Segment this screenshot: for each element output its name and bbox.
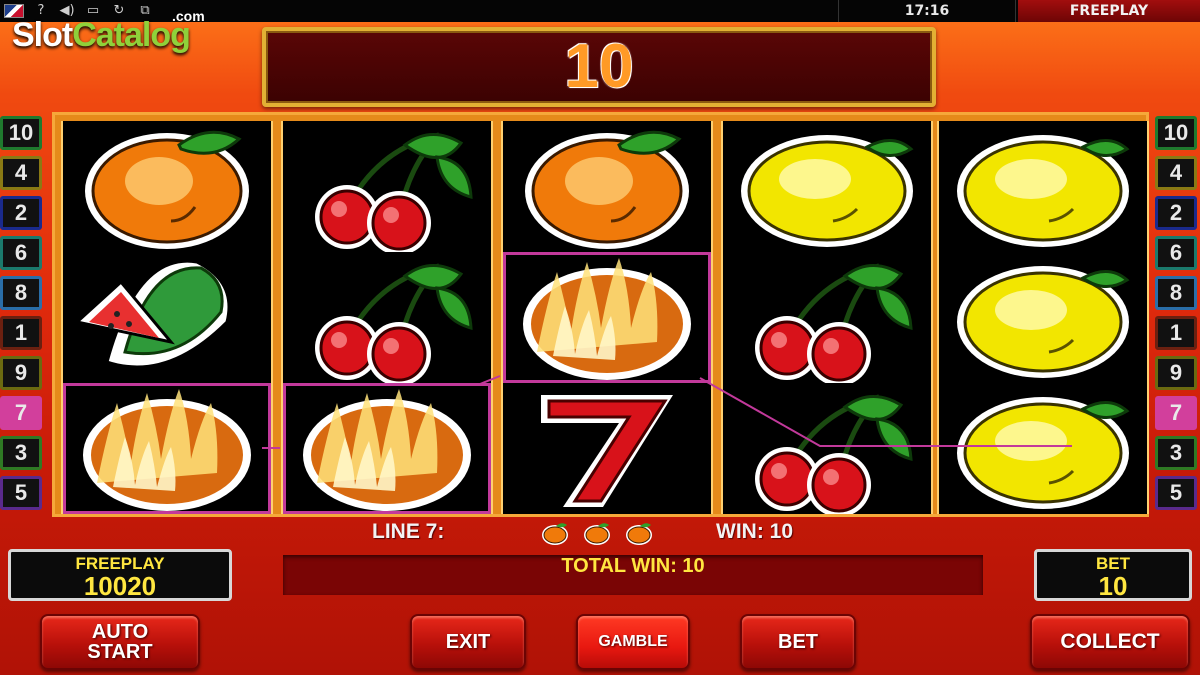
freeplay-meter: FREEPLAY 10020 [8,549,232,601]
total-win-bar: TOTAL WIN: 10 [283,555,983,595]
reel-5 [937,121,1149,514]
line-badge-left-2: 2 [0,196,42,230]
reel-2 [281,121,493,514]
exit-button[interactable]: EXIT [410,614,526,670]
line-badge-left-5: 5 [0,476,42,510]
cherry-symbol [283,252,491,383]
bet-button[interactable]: BET [740,614,856,670]
orange-mini-icon [540,520,570,550]
reel-4 [721,121,933,514]
line-badge-left-3: 3 [0,436,42,470]
reel-1 [61,121,273,514]
line-badge-right-4: 4 [1155,156,1197,190]
line-badges-right: 10 4 2 6 8 1 9 7 3 5 [1155,116,1199,516]
orange-mini-icon [624,520,654,550]
line-badge-left-10: 10 [0,116,42,150]
line-badge-left-1: 1 [0,316,42,350]
line-badge-right-3: 3 [1155,436,1197,470]
bet-meter: BET 10 [1034,549,1192,601]
reels-area [52,112,1149,517]
line-badge-right-2: 2 [1155,196,1197,230]
reel-3 [501,121,713,514]
lemon-symbol [939,252,1147,383]
gamble-button[interactable]: GAMBLE [576,614,690,670]
line-win: WIN: 10 [716,520,794,543]
line-label: LINE 7: [372,520,445,543]
orange-mini-icon [582,520,612,550]
line-badges-left: 10 4 2 6 8 1 9 7 3 5 [0,116,44,516]
line-badge-right-10: 10 [1155,116,1197,150]
line-badge-right-1: 1 [1155,316,1197,350]
line-badge-right-8: 8 [1155,276,1197,310]
watermark-logo: SlotCatalog .com [12,8,205,54]
lemon-symbol [939,383,1147,514]
line-badge-right-5: 5 [1155,476,1197,510]
line-symbols [540,520,654,550]
watermelon-symbol [63,252,271,383]
orange-symbol [63,121,271,252]
orange-burning-symbol [503,252,711,383]
line-badge-right-7: 7 [1155,396,1197,430]
win-display: 10 [262,27,936,107]
cherry-symbol [723,383,931,514]
line-badge-left-6: 6 [0,236,42,270]
orange-burning-symbol [63,383,271,514]
line-badge-left-4: 4 [0,156,42,190]
clock: 17:16 [838,0,1016,22]
orange-burning-symbol [283,383,491,514]
mode-label: FREEPLAY [1018,0,1200,22]
cherry-symbol [283,121,491,252]
freeplay-value: 10020 [83,571,157,601]
line-badge-left-9: 9 [0,356,42,390]
lemon-symbol [723,121,931,252]
orange-symbol [503,121,711,252]
cherry-symbol [723,252,931,383]
seven-symbol [503,383,711,514]
bet-value: 10 [1098,571,1128,601]
line-badge-right-6: 6 [1155,236,1197,270]
line-badge-right-9: 9 [1155,356,1197,390]
lemon-symbol [939,121,1147,252]
line-badge-left-7: 7 [0,396,42,430]
collect-button[interactable]: COLLECT [1030,614,1190,670]
auto-start-button[interactable]: AUTO START [40,614,200,670]
line-badge-left-8: 8 [0,276,42,310]
